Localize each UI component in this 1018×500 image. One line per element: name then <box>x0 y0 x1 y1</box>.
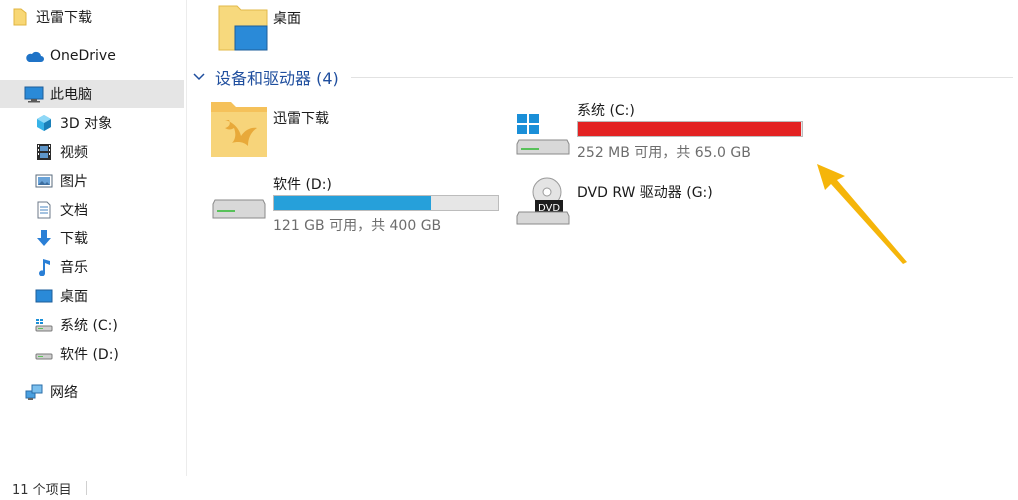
sidebar-item-label: 视频 <box>60 145 88 161</box>
device-tile-drive-d[interactable]: 软件 (D:) 121 GB 可用，共 400 GB <box>209 168 509 234</box>
sidebar-item-desktop[interactable]: 桌面 <box>34 282 184 310</box>
network-icon <box>24 382 44 402</box>
sidebar-item-label: 桌面 <box>60 289 88 305</box>
cube-icon <box>34 113 54 133</box>
system-drive-icon <box>34 315 54 335</box>
arrow-annotation-icon <box>817 164 907 264</box>
devices-group-header[interactable]: 设备和驱动器 (4) <box>193 66 1013 88</box>
sidebar-item-3d-objects[interactable]: 3D 对象 <box>34 109 184 137</box>
sidebar-item-music[interactable]: 音乐 <box>34 253 184 281</box>
sidebar-item-label: 文档 <box>60 203 88 219</box>
device-tile-drive-c[interactable]: 系统 (C:) 252 MB 可用，共 65.0 GB <box>513 96 813 162</box>
dvd-drive-icon: DVD <box>515 176 571 232</box>
device-name: 系统 (C:) <box>577 103 635 119</box>
desktop-icon <box>34 286 54 306</box>
device-name: 软件 (D:) <box>273 177 332 193</box>
sidebar-item-label: 音乐 <box>60 260 88 276</box>
sidebar-item-label: 软件 (D:) <box>60 347 119 363</box>
chevron-down-icon <box>193 73 207 81</box>
device-name: 迅雷下载 <box>273 111 329 127</box>
sidebar-item-pictures[interactable]: 图片 <box>34 167 184 195</box>
storage-usage-fill <box>274 196 431 210</box>
sidebar-item-label: 系统 (C:) <box>60 318 118 334</box>
device-name: DVD RW 驱动器 (G:) <box>577 185 713 201</box>
sidebar-item-onedrive[interactable]: OneDrive <box>24 42 184 70</box>
folder-tile-desktop[interactable]: 桌面 <box>215 0 355 54</box>
sidebar-item-drive-d[interactable]: 软件 (D:) <box>34 340 184 368</box>
device-tile-xunlei[interactable]: 迅雷下载 <box>209 96 469 162</box>
sidebar-item-label: OneDrive <box>50 48 116 64</box>
item-count: 11 个项目 <box>12 482 72 498</box>
music-note-icon <box>34 257 54 277</box>
sidebar-item-label: 网络 <box>50 385 78 401</box>
sidebar-item-drive-c[interactable]: 系统 (C:) <box>34 311 184 339</box>
xunlei-folder-icon <box>209 98 269 164</box>
free-space-text: 252 MB 可用，共 65.0 GB <box>577 145 751 161</box>
desktop-folder-icon <box>215 4 271 58</box>
film-icon <box>34 142 54 162</box>
group-title: 设备和驱动器 (4) <box>215 69 339 88</box>
sidebar-item-label: 下载 <box>60 231 88 247</box>
folder-icon <box>10 7 30 27</box>
sidebar-item-network[interactable]: 网络 <box>24 378 184 406</box>
download-arrow-icon <box>34 228 54 248</box>
storage-usage-fill <box>578 122 802 136</box>
sidebar-item-label: 此电脑 <box>50 87 92 103</box>
navigation-pane: 迅雷下载 OneDrive 此电脑 3D 对象 视频 图片 文档 下载 音乐 桌… <box>0 0 187 476</box>
folder-name: 桌面 <box>273 11 301 27</box>
status-divider <box>85 481 87 495</box>
group-divider <box>350 76 1013 78</box>
computer-icon <box>24 84 44 104</box>
windows-drive-icon <box>515 112 571 162</box>
sidebar-item-this-pc[interactable]: 此电脑 <box>0 80 184 108</box>
sidebar-item-videos[interactable]: 视频 <box>34 138 184 166</box>
status-bar: 11 个项目 <box>0 476 1018 500</box>
sidebar-item-label: 3D 对象 <box>60 116 113 132</box>
storage-usage-bar-c <box>577 121 803 137</box>
sidebar-item-documents[interactable]: 文档 <box>34 196 184 224</box>
free-space-text: 121 GB 可用，共 400 GB <box>273 218 442 234</box>
sidebar-item-xunlei[interactable]: 迅雷下载 <box>10 3 184 31</box>
sidebar-item-label: 迅雷下载 <box>36 10 92 26</box>
document-icon <box>34 200 54 220</box>
drive-icon <box>34 344 54 364</box>
content-pane: 桌面 设备和驱动器 (4) 迅雷下载 系统 (C:) 252 MB 可用，共 6… <box>187 0 1018 476</box>
sidebar-item-label: 图片 <box>60 174 88 190</box>
picture-icon <box>34 171 54 191</box>
cloud-icon <box>24 46 44 66</box>
sidebar-item-downloads[interactable]: 下载 <box>34 224 184 252</box>
drive-icon <box>211 190 267 230</box>
storage-usage-bar-d <box>273 195 499 211</box>
device-tile-dvd-g[interactable]: DVD DVD RW 驱动器 (G:) <box>513 172 813 234</box>
